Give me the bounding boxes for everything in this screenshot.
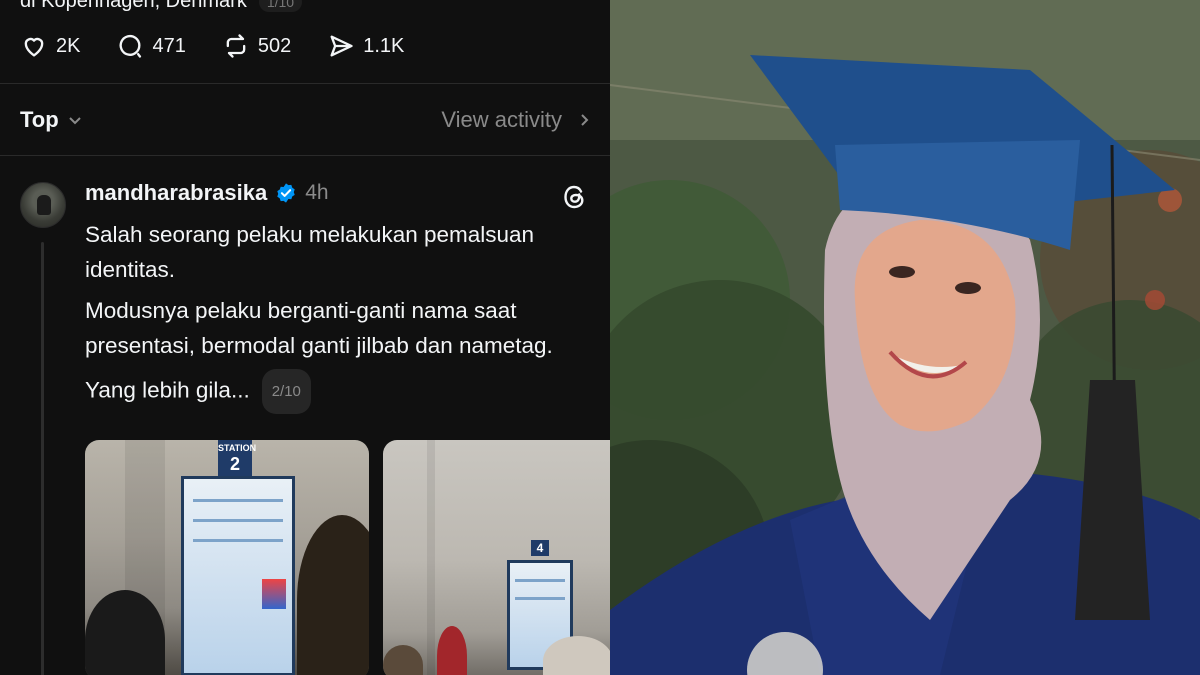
repost-icon: [226, 34, 246, 58]
presenter-figure: [437, 626, 467, 675]
reply-line-3: Yang lebih gila...: [85, 377, 250, 403]
view-activity-label: View activity: [441, 107, 562, 132]
thread-line: [41, 242, 44, 675]
divider: [0, 83, 610, 84]
share-button[interactable]: 1.1K: [327, 30, 404, 62]
poster-screen: [181, 476, 295, 675]
screen-line: [192, 519, 284, 522]
sort-label: Top: [20, 107, 59, 132]
reply-post: mandharabrasika 4h Salah seorang pelaku …: [0, 170, 610, 675]
sort-dropdown[interactable]: Top: [20, 107, 83, 133]
reply-line-1: Salah seorang pelaku melakukan pemalsuan…: [85, 222, 535, 282]
attached-photo-1[interactable]: STATION 2: [85, 440, 369, 675]
heart-icon: [24, 37, 44, 57]
reply-line-3-wrap: Yang lebih gila... 2/10: [85, 369, 595, 414]
audience-figure: [543, 636, 610, 675]
repost-button[interactable]: 502: [222, 30, 291, 62]
comment-count: 471: [152, 34, 186, 57]
previous-caption: di Kopenhagen, Denmark 1/10: [20, 0, 303, 13]
thread-pager: 2/10: [261, 369, 311, 414]
portrait-illustration: [610, 0, 1200, 675]
audience-figure: [383, 645, 423, 675]
divider: [0, 155, 610, 156]
comment-icon: [119, 34, 142, 58]
repost-count: 502: [257, 34, 292, 57]
previous-pager: 1/10: [258, 0, 303, 12]
screen-line: [192, 499, 284, 502]
station-sign-number: 4: [531, 540, 549, 556]
reply-text: Salah seorang pelaku melakukan pemalsuan…: [85, 217, 595, 414]
verified-badge-icon: [277, 183, 295, 203]
audience-figure: [297, 515, 369, 675]
post-actions: 2K 471 502 1.1K: [20, 30, 440, 62]
like-button[interactable]: 2K: [20, 30, 80, 62]
previous-caption-text: di Kopenhagen, Denmark: [20, 0, 247, 12]
like-count: 2K: [56, 34, 81, 57]
threads-post-panel: di Kopenhagen, Denmark 1/10 2K 471 502 1…: [0, 0, 610, 675]
chevron-right-icon: [581, 114, 589, 126]
attached-photo-2[interactable]: 4: [383, 440, 610, 675]
station-sign-label: STATION: [218, 443, 257, 453]
screen-figure: [262, 579, 286, 609]
reply-meta: mandharabrasika 4h: [85, 180, 329, 206]
station-sign-number: 2: [229, 454, 240, 474]
screen-line: [514, 579, 566, 582]
username[interactable]: mandharabrasika: [85, 180, 267, 206]
screen-line: [514, 597, 566, 600]
station-sign: STATION 2: [218, 440, 257, 476]
room-wall: [427, 440, 435, 675]
comment-button[interactable]: 471: [116, 30, 186, 62]
share-icon: [330, 35, 353, 57]
timestamp: 4h: [305, 181, 329, 204]
threads-logo-icon[interactable]: [560, 182, 590, 212]
share-count: 1.1K: [363, 34, 405, 57]
screen-line: [192, 539, 284, 542]
reply-line-2: Modusnya pelaku berganti-ganti nama saat…: [85, 298, 553, 358]
view-activity-link[interactable]: View activity: [441, 107, 592, 133]
avatar[interactable]: [20, 182, 66, 228]
chevron-down-icon: [68, 117, 81, 125]
replies-header: Top View activity: [20, 103, 592, 137]
graduation-portrait: [610, 0, 1200, 675]
